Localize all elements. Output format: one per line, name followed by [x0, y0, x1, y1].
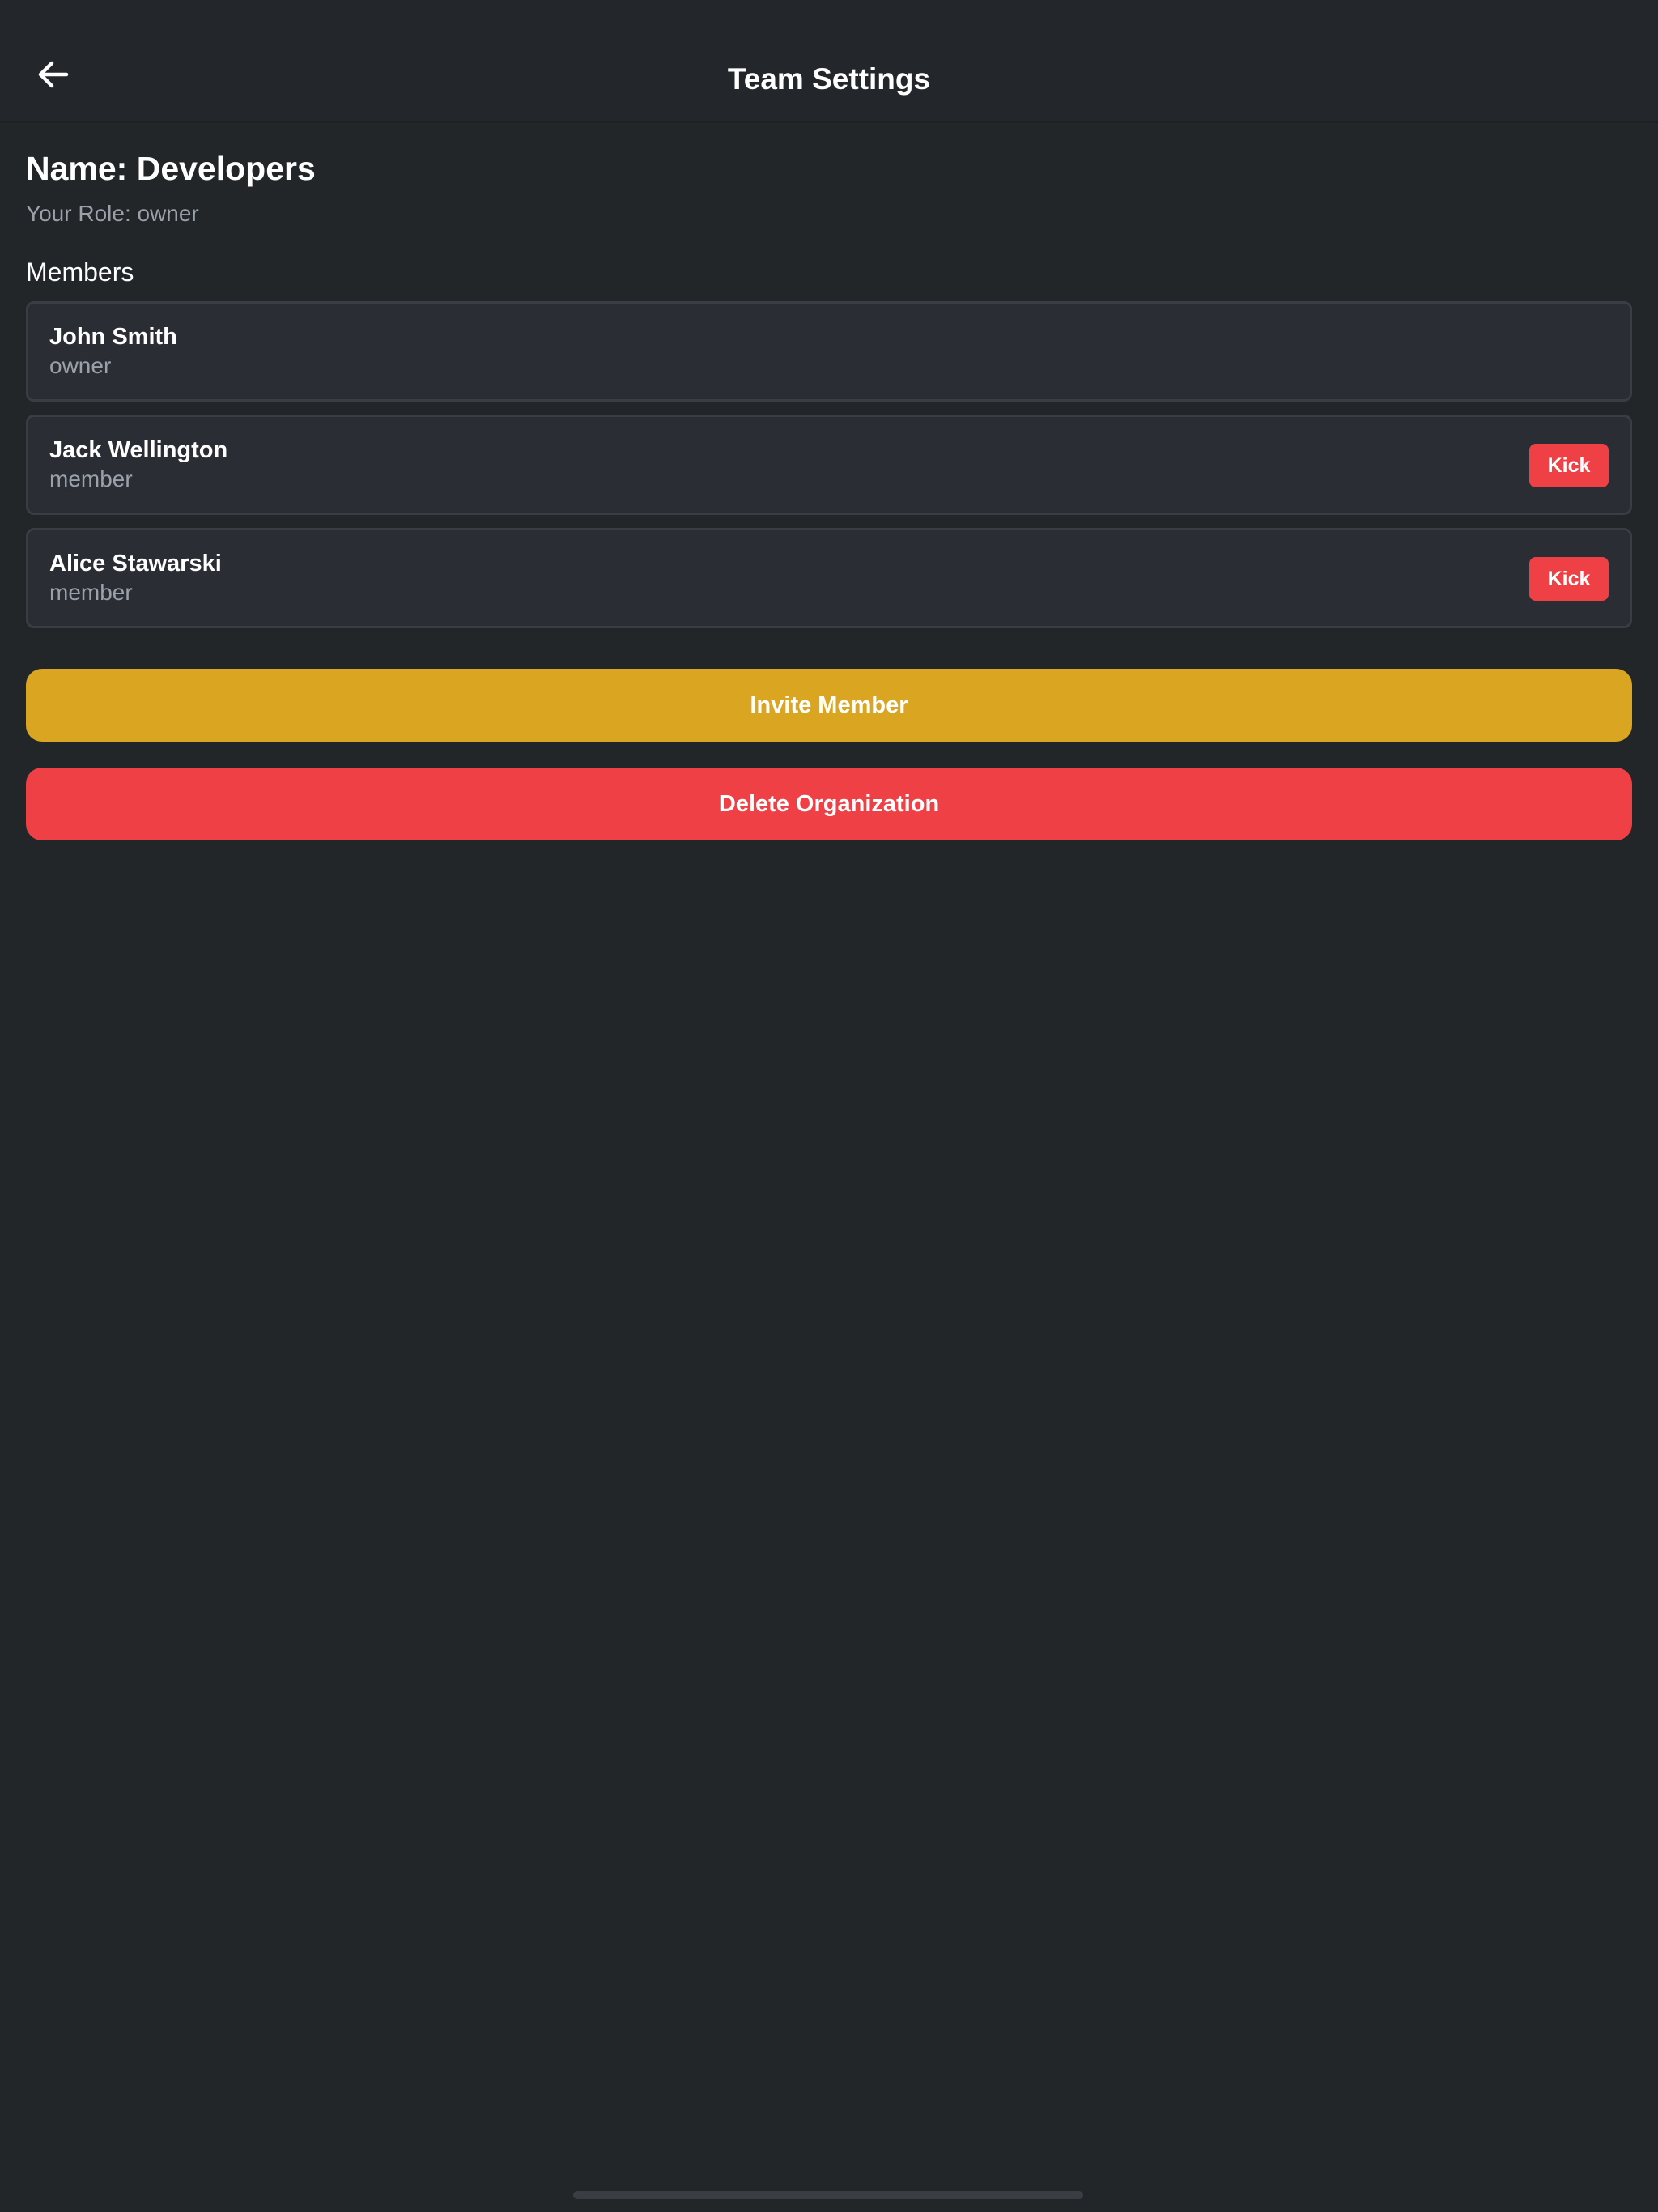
invite-member-button[interactable]: Invite Member: [26, 669, 1632, 742]
member-card-alice-stawarski: Alice Stawarski member Kick: [26, 528, 1632, 628]
your-role: Your Role: owner: [26, 201, 199, 226]
member-name: John Smith: [49, 324, 177, 350]
member-role: owner: [49, 353, 112, 378]
kick-button-alice-stawarski[interactable]: Kick: [1529, 557, 1609, 601]
members-heading: Members: [26, 257, 134, 287]
delete-organization-button[interactable]: Delete Organization: [26, 768, 1632, 840]
member-card-jack-wellington: Jack Wellington member Kick: [26, 415, 1632, 515]
page-title: Team Settings: [727, 62, 931, 96]
team-settings-content: Name: Developers Your Role: owner Member…: [26, 121, 1632, 840]
team-name: Name: Developers: [26, 150, 316, 187]
home-indicator: [573, 2191, 1083, 2199]
top-app-bar: Team Settings: [0, 0, 1658, 123]
kick-button-jack-wellington[interactable]: Kick: [1529, 444, 1609, 487]
member-name: Jack Wellington: [49, 437, 228, 463]
member-name: Alice Stawarski: [49, 551, 222, 576]
member-role: member: [49, 580, 133, 605]
member-list: John Smith owner Jack Wellington member …: [26, 301, 1632, 628]
member-role: member: [49, 466, 133, 491]
member-card-john-smith: John Smith owner: [26, 301, 1632, 402]
